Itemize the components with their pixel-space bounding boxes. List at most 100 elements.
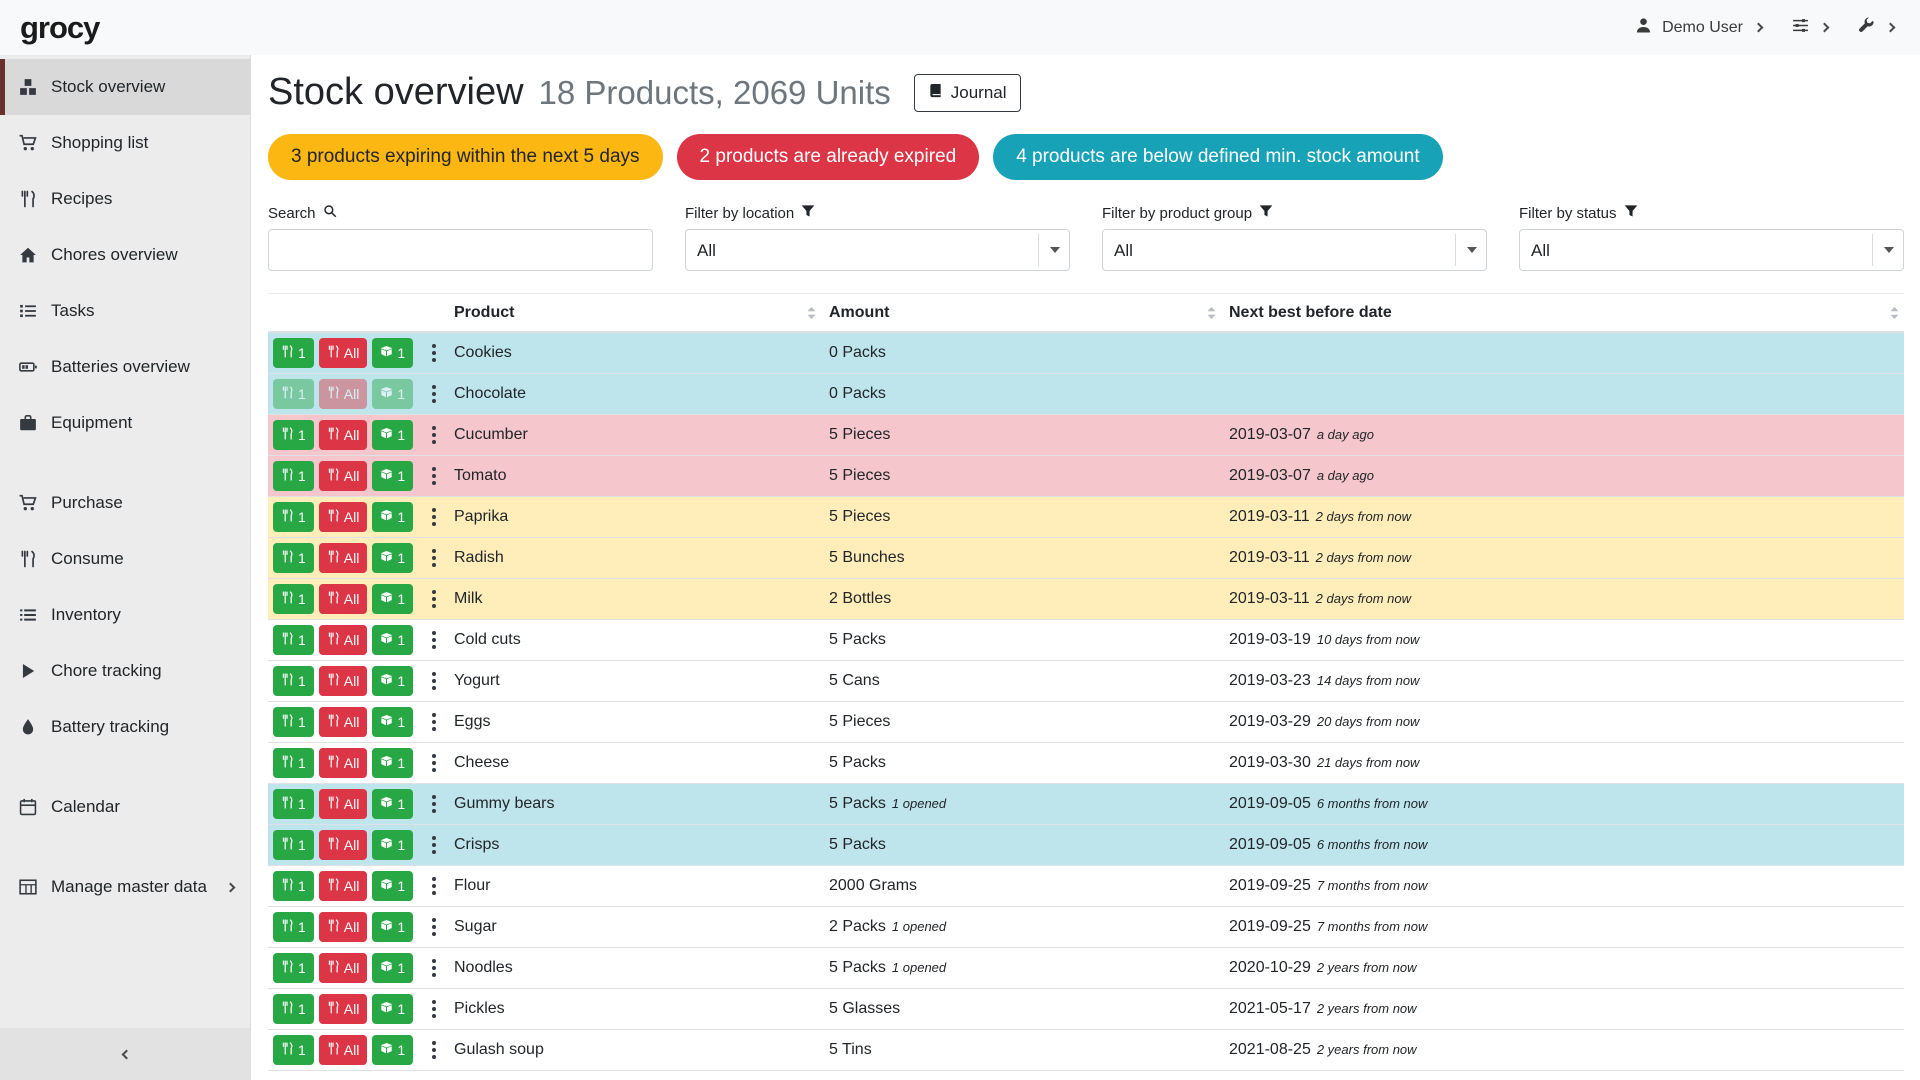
expired-products-pill[interactable]: 2 products are already expired <box>677 134 980 180</box>
open-one-button[interactable]: 1 <box>372 1035 413 1065</box>
consume-all-button[interactable]: All <box>319 748 368 778</box>
open-one-button[interactable]: 1 <box>372 338 413 368</box>
row-menu-kebab-icon[interactable] <box>425 545 443 571</box>
sidebar-collapse-button[interactable] <box>0 1028 250 1080</box>
row-menu-kebab-icon[interactable] <box>425 996 443 1022</box>
consume-all-button[interactable]: All <box>319 789 368 819</box>
consume-one-button[interactable]: 1 <box>273 707 314 737</box>
consume-one-button[interactable]: 1 <box>273 461 314 491</box>
row-menu-kebab-icon[interactable] <box>425 504 443 530</box>
row-menu-kebab-icon[interactable] <box>425 750 443 776</box>
open-one-button[interactable]: 1 <box>372 625 413 655</box>
row-menu-kebab-icon[interactable] <box>425 340 443 366</box>
open-one-button[interactable]: 1 <box>372 789 413 819</box>
sidebar-item-consume[interactable]: Consume <box>0 531 250 587</box>
sidebar-item-chore-tracking[interactable]: Chore tracking <box>0 643 250 699</box>
sidebar-item-batteries-overview[interactable]: Batteries overview <box>0 339 250 395</box>
consume-one-button[interactable]: 1 <box>273 871 314 901</box>
open-one-button[interactable]: 1 <box>372 543 413 573</box>
consume-all-button[interactable]: All <box>319 830 368 860</box>
consume-one-button[interactable]: 1 <box>273 789 314 819</box>
sidebar-item-inventory[interactable]: Inventory <box>0 587 250 643</box>
open-one-button[interactable]: 1 <box>372 748 413 778</box>
consume-all-button[interactable]: All <box>319 707 368 737</box>
sidebar-item-equipment[interactable]: Equipment <box>0 395 250 451</box>
row-menu-kebab-icon[interactable] <box>425 422 443 448</box>
sidebar-item-chores-overview[interactable]: Chores overview <box>0 227 250 283</box>
row-menu-kebab-icon[interactable] <box>425 955 443 981</box>
consume-all-button[interactable]: All <box>319 379 368 409</box>
sidebar-item-shopping-list[interactable]: Shopping list <box>0 115 250 171</box>
consume-all-button[interactable]: All <box>319 953 368 983</box>
open-one-button[interactable]: 1 <box>372 830 413 860</box>
consume-all-button[interactable]: All <box>319 912 368 942</box>
search-input[interactable] <box>268 229 653 271</box>
consume-one-button[interactable]: 1 <box>273 666 314 696</box>
sidebar-item-manage-master-data[interactable]: Manage master data <box>0 859 250 915</box>
row-menu-kebab-icon[interactable] <box>425 914 443 940</box>
consume-all-button[interactable]: All <box>319 994 368 1024</box>
consume-one-button[interactable]: 1 <box>273 420 314 450</box>
sidebar-item-tasks[interactable]: Tasks <box>0 283 250 339</box>
consume-all-button[interactable]: All <box>319 1035 368 1065</box>
tools-menu[interactable] <box>1858 17 1894 39</box>
open-one-button[interactable]: 1 <box>372 461 413 491</box>
consume-all-button[interactable]: All <box>319 666 368 696</box>
consume-all-button[interactable]: All <box>319 871 368 901</box>
consume-one-button[interactable]: 1 <box>273 994 314 1024</box>
sidebar-item-calendar[interactable]: Calendar <box>0 779 250 835</box>
consume-one-button[interactable]: 1 <box>273 912 314 942</box>
product-column-header[interactable]: Product <box>448 304 823 322</box>
open-one-button[interactable]: 1 <box>372 420 413 450</box>
consume-one-button[interactable]: 1 <box>273 625 314 655</box>
consume-all-button[interactable]: All <box>319 338 368 368</box>
row-menu-kebab-icon[interactable] <box>425 463 443 489</box>
consume-one-button[interactable]: 1 <box>273 953 314 983</box>
row-menu-kebab-icon[interactable] <box>425 832 443 858</box>
sidebar-item-purchase[interactable]: Purchase <box>0 475 250 531</box>
consume-one-button[interactable]: 1 <box>273 543 314 573</box>
consume-all-button[interactable]: All <box>319 461 368 491</box>
consume-one-button[interactable]: 1 <box>273 584 314 614</box>
status-filter-select[interactable]: All <box>1519 229 1904 271</box>
consume-all-button[interactable]: All <box>319 625 368 655</box>
consume-all-button[interactable]: All <box>319 502 368 532</box>
preferences-menu[interactable] <box>1792 17 1828 39</box>
row-menu-kebab-icon[interactable] <box>425 791 443 817</box>
open-one-button[interactable]: 1 <box>372 502 413 532</box>
open-one-button[interactable]: 1 <box>372 994 413 1024</box>
row-menu-kebab-icon[interactable] <box>425 873 443 899</box>
consume-one-button[interactable]: 1 <box>273 830 314 860</box>
consume-one-button[interactable]: 1 <box>273 338 314 368</box>
row-menu-kebab-icon[interactable] <box>425 668 443 694</box>
consume-all-button[interactable]: All <box>319 584 368 614</box>
consume-all-button[interactable]: All <box>319 543 368 573</box>
sidebar-item-recipes[interactable]: Recipes <box>0 171 250 227</box>
below-min-stock-pill[interactable]: 4 products are below defined min. stock … <box>993 134 1442 180</box>
amount-column-header[interactable]: Amount <box>823 304 1223 322</box>
consume-one-button[interactable]: 1 <box>273 379 314 409</box>
journal-button[interactable]: Journal <box>914 74 1021 112</box>
user-menu[interactable]: Demo User <box>1635 17 1762 39</box>
sidebar-item-battery-tracking[interactable]: Battery tracking <box>0 699 250 755</box>
row-menu-kebab-icon[interactable] <box>425 1037 443 1063</box>
brand-logo[interactable]: grocy <box>20 10 99 46</box>
row-menu-kebab-icon[interactable] <box>425 627 443 653</box>
open-one-button[interactable]: 1 <box>372 584 413 614</box>
consume-all-button[interactable]: All <box>319 420 368 450</box>
expiring-products-pill[interactable]: 3 products expiring within the next 5 da… <box>268 134 663 180</box>
open-one-button[interactable]: 1 <box>372 871 413 901</box>
location-filter-select[interactable]: All <box>685 229 1070 271</box>
open-one-button[interactable]: 1 <box>372 666 413 696</box>
row-menu-kebab-icon[interactable] <box>425 381 443 407</box>
consume-one-button[interactable]: 1 <box>273 1035 314 1065</box>
open-one-button[interactable]: 1 <box>372 912 413 942</box>
open-one-button[interactable]: 1 <box>372 707 413 737</box>
open-one-button[interactable]: 1 <box>372 953 413 983</box>
open-one-button[interactable]: 1 <box>372 379 413 409</box>
sidebar-item-stock-overview[interactable]: Stock overview <box>0 59 250 115</box>
consume-one-button[interactable]: 1 <box>273 748 314 778</box>
row-menu-kebab-icon[interactable] <box>425 709 443 735</box>
product-group-filter-select[interactable]: All <box>1102 229 1487 271</box>
row-menu-kebab-icon[interactable] <box>425 586 443 612</box>
